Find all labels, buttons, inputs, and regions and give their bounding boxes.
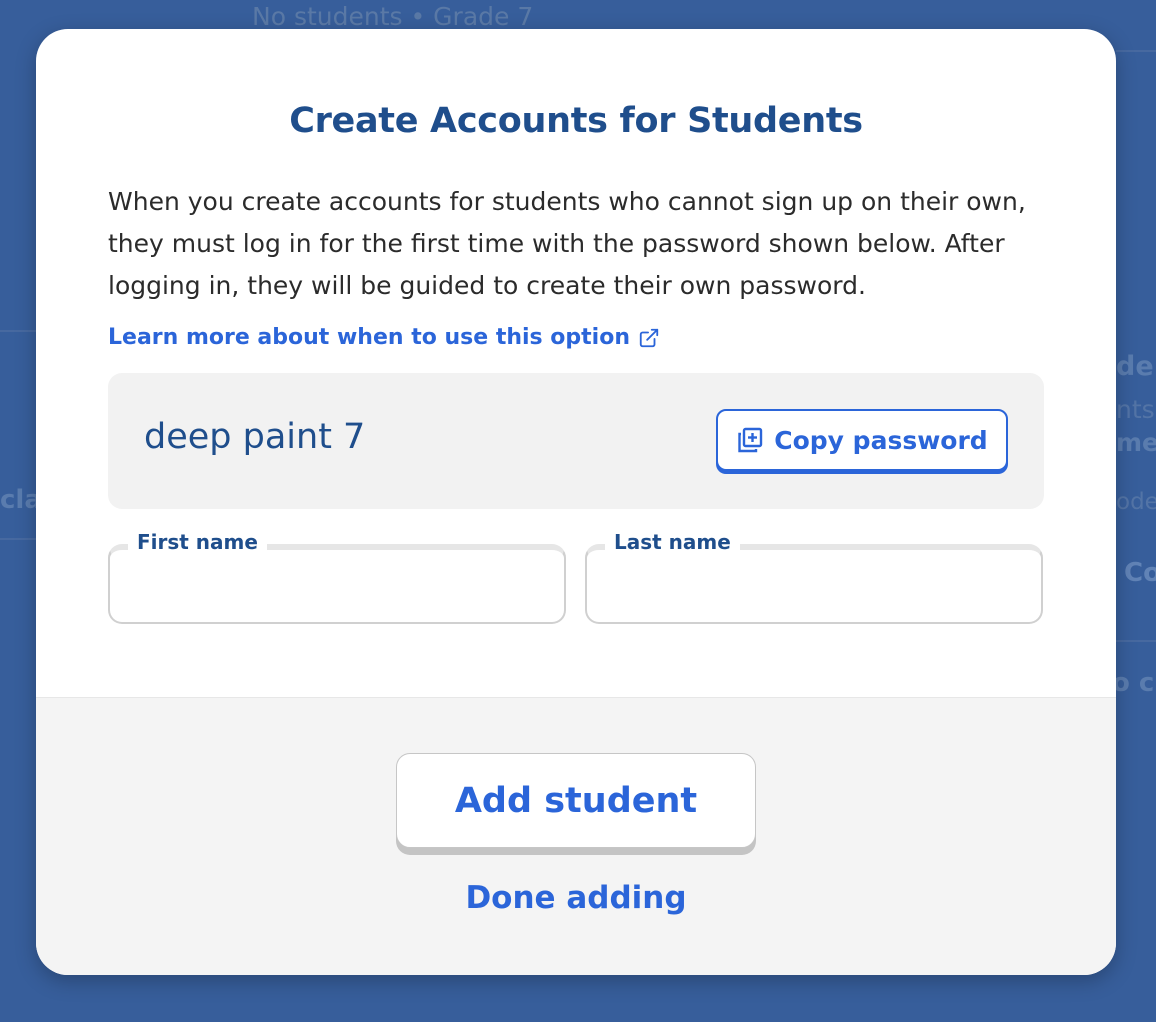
done-adding-link[interactable]: Done adding — [36, 880, 1116, 916]
first-name-label: First name — [128, 530, 267, 554]
last-name-field: Last name — [585, 530, 1043, 624]
modal-description: When you create accounts for students wh… — [108, 187, 1026, 300]
background-divider — [1116, 640, 1156, 642]
background-class-summary: No students • Grade 7 — [252, 2, 534, 31]
last-name-label: Last name — [605, 530, 740, 554]
modal-title: Create Accounts for Students — [289, 101, 863, 141]
external-link-icon — [639, 328, 659, 347]
background-fragment: ode — [1116, 489, 1156, 515]
generated-password: deep paint 7 — [144, 417, 366, 457]
add-student-button[interactable]: Add student — [396, 753, 756, 848]
background-divider — [1116, 50, 1156, 52]
create-accounts-modal: Create Accounts for Students When you cr… — [36, 29, 1116, 975]
background-fragment: Co — [1124, 558, 1156, 588]
copy-password-label: Copy password — [774, 425, 988, 455]
last-name-input[interactable] — [601, 564, 1025, 610]
background-divider — [0, 538, 36, 540]
first-name-field: First name — [108, 530, 566, 624]
background-divider — [0, 330, 36, 332]
modal-footer: Add student Done adding — [36, 697, 1116, 975]
background-fragment: nts — [1116, 395, 1155, 424]
first-name-input[interactable] — [124, 564, 548, 610]
learn-more-label: Learn more about when to use this option — [108, 325, 630, 350]
background-fragment: o cr — [1112, 668, 1156, 698]
copy-icon — [738, 427, 763, 453]
copy-password-button[interactable]: Copy password — [716, 409, 1008, 471]
learn-more-link[interactable]: Learn more about when to use this option — [108, 325, 660, 350]
background-fragment: me — [1116, 428, 1156, 457]
password-panel: deep paint 7 Copy password — [108, 373, 1044, 509]
background-fragment: de — [1116, 351, 1154, 382]
